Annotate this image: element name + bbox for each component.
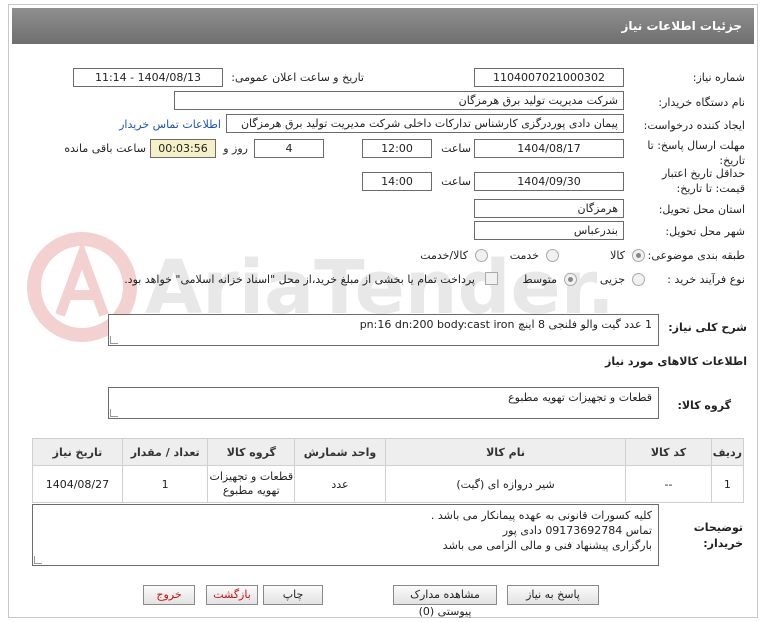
exit-button[interactable]: خروج: [143, 585, 195, 605]
announce-label: تاریخ و ساعت اعلان عمومی:: [231, 71, 364, 84]
cell-code: --: [625, 465, 712, 503]
col-code: کد کالا: [625, 438, 712, 466]
col-row: ردیف: [710, 438, 745, 466]
requester-label: ایجاد کننده درخواست:: [643, 119, 745, 132]
goods-group-textarea: قطعات و تجهیزات تهویه مطبوع: [108, 387, 659, 419]
category-option-service: خدمت: [509, 249, 539, 262]
category-radio-goods-service[interactable]: [475, 249, 488, 262]
category-radio-service[interactable]: [546, 249, 559, 262]
print-button[interactable]: چاپ: [263, 585, 323, 605]
need-number-field: 1104007021000302: [474, 68, 624, 87]
process-option-medium: متوسط: [522, 273, 557, 286]
buyer-notes-line: کلیه کسورات قانونی به عهده پیمانکار می ب…: [430, 509, 652, 522]
page-title: جزئیات اطلاعات نیاز: [621, 19, 742, 33]
validity-time-field: 14:00: [362, 172, 432, 191]
buyer-notes-label: توضیحات خریدار:: [694, 520, 743, 552]
col-unit: واحد شمارش: [294, 438, 386, 466]
buyer-org-label: نام دستگاه خریدار:: [658, 96, 745, 109]
buyer-notes-line: تماس 09173692784 دادی پور: [502, 524, 652, 537]
city-label: شهر محل تحویل:: [665, 225, 745, 238]
category-option-goods-service: کالا/خدمت: [420, 249, 468, 262]
validity-time-label: ساعت: [441, 175, 471, 188]
page-header: جزئیات اطلاعات نیاز: [12, 8, 754, 44]
description-textarea: 1 عدد گیت والو فلنجی 8 اینچ pn:16 dn:200…: [108, 314, 659, 346]
deadline-time-field: 12:00: [362, 139, 432, 158]
province-label: استان محل تحویل:: [658, 203, 745, 216]
back-button[interactable]: بازگشت: [206, 585, 258, 605]
deadline-label: مهلت ارسال پاسخ: تا تاریخ:: [647, 139, 745, 167]
cell-row: 1: [710, 465, 745, 503]
buyer-notes-label-line1: توضیحات: [693, 521, 743, 534]
process-radio-minor[interactable]: [632, 273, 645, 286]
treasury-text: پرداخت تمام یا بخشی از مبلغ خرید،از محل …: [124, 273, 475, 286]
cell-unit: عدد: [294, 465, 386, 503]
goods-info-title: اطلاعات کالاهای مورد نیاز: [605, 355, 747, 368]
col-qty: تعداد / مقدار: [121, 438, 209, 466]
cell-name: شیر دروازه ای (گیت): [384, 465, 627, 503]
buyer-org-field: شرکت مدیریت تولید برق هرمزگان: [174, 91, 624, 110]
province-field: هرمزگان: [474, 199, 624, 218]
city-field: بندرعباس: [474, 221, 624, 240]
deadline-time-label: ساعت: [441, 142, 471, 155]
goods-group-label: گروه کالا:: [677, 399, 731, 412]
deadline-date-field: 1404/08/17: [474, 139, 624, 158]
days-remaining-field: 4: [254, 139, 324, 158]
goods-group-text: قطعات و تجهیزات تهویه مطبوع: [508, 391, 652, 404]
reply-button[interactable]: پاسخ به نیاز: [507, 585, 599, 605]
col-goods-group: گروه کالا: [207, 438, 296, 466]
remaining-label: ساعت باقی مانده: [64, 142, 146, 155]
buyer-notes-label-line2: خریدار:: [703, 537, 743, 550]
col-name: نام کالا: [384, 438, 627, 466]
description-label: شرح کلی نیاز:: [668, 321, 747, 334]
col-date: تاریخ نیاز: [32, 438, 123, 466]
category-option-goods: کالا: [610, 249, 625, 262]
resize-grip-icon[interactable]: [110, 409, 118, 417]
days-label: روز و: [223, 142, 248, 155]
need-number-label: شماره نیاز:: [692, 71, 745, 84]
requester-field: پیمان دادی پوردرگزی کارشناس تدارکات داخل…: [226, 114, 624, 133]
buyer-contact-link[interactable]: اطلاعات تماس خریدار: [119, 118, 221, 131]
cell-date: 1404/08/27: [32, 465, 123, 503]
category-radio-goods[interactable]: [632, 249, 645, 262]
cell-goods-group-line2: تهویه مطبوع: [222, 484, 280, 497]
process-label: نوع فرآیند خرید :: [667, 273, 745, 286]
description-text: 1 عدد گیت والو فلنجی 8 اینچ pn:16 dn:200…: [359, 318, 652, 331]
announce-datetime-field: 1404/08/13 - 11:14: [73, 68, 223, 87]
remaining-time-field: 00:03:56: [150, 139, 216, 158]
process-option-minor: جزیی: [599, 273, 625, 286]
cell-qty: 1: [121, 465, 209, 503]
buyer-notes-textarea: کلیه کسورات قانونی به عهده پیمانکار می ب…: [32, 504, 659, 566]
resize-grip-icon[interactable]: [110, 336, 118, 344]
category-label: طبقه بندی موضوعی:: [647, 249, 745, 262]
cell-goods-group: قطعات و تجهیزات تهویه مطبوع: [207, 465, 296, 503]
validity-date-field: 1404/09/30: [474, 172, 624, 191]
table-header-row: ردیف کد کالا نام کالا واحد شمارش گروه کا…: [32, 438, 745, 466]
view-attachments-button[interactable]: مشاهده مدارک پیوستی (0): [393, 585, 497, 618]
process-radio-medium[interactable]: [564, 273, 577, 286]
cell-goods-group-line1: قطعات و تجهیزات: [209, 470, 294, 483]
validity-label: حداقل تاریخ اعتبار قیمت: تا تاریخ:: [661, 167, 745, 195]
treasury-checkbox[interactable]: [485, 272, 498, 285]
items-table: ردیف کد کالا نام کالا واحد شمارش گروه کا…: [32, 438, 745, 503]
resize-grip-icon[interactable]: [34, 556, 42, 564]
buyer-notes-line: بارگزاری پیشنهاد فنی و مالی الزامی می با…: [442, 539, 652, 552]
table-row: 1 -- شیر دروازه ای (گیت) عدد قطعات و تجه…: [32, 465, 745, 503]
